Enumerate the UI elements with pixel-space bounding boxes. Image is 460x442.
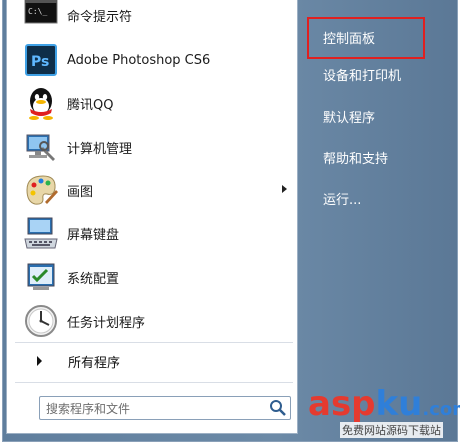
- photoshop-icon: Ps: [23, 42, 59, 78]
- default-programs-link[interactable]: 默认程序: [311, 101, 451, 131]
- svg-text:Ps: Ps: [31, 54, 49, 70]
- menu-item-label: 腾讯QQ: [67, 97, 114, 113]
- all-programs-label: 所有程序: [68, 355, 121, 371]
- menu-item-label: 命令提示符: [67, 9, 133, 25]
- menu-item-label: 计算机管理: [67, 141, 133, 157]
- search-icon[interactable]: [268, 398, 288, 418]
- search-input[interactable]: 搜索程序和文件: [46, 400, 268, 417]
- highlight-box: [307, 17, 425, 59]
- menu-item-label: 屏幕键盘: [67, 227, 120, 243]
- right-item-label: 帮助和支持: [323, 151, 389, 167]
- right-item-label: 设备和打印机: [323, 68, 402, 84]
- watermark-subtitle: 免费网站源码下载站: [340, 422, 443, 438]
- menu-item-label: 系统配置: [67, 271, 120, 287]
- help-support-link[interactable]: 帮助和支持: [311, 142, 451, 172]
- menu-item-task-scheduler[interactable]: 任务计划程序: [13, 302, 293, 340]
- qq-icon: [23, 85, 59, 121]
- divider: [15, 342, 293, 343]
- right-item-label: 运行...: [323, 192, 362, 208]
- submenu-arrow-icon[interactable]: [282, 185, 287, 193]
- right-item-label: 默认程序: [323, 110, 376, 126]
- menu-item-paint[interactable]: 画图: [13, 171, 293, 209]
- paint-icon: [23, 172, 59, 208]
- start-menu: C:\_ 命令提示符 Ps Adobe Photoshop CS6 腾讯QQ 计…: [2, 0, 458, 442]
- menu-item-label: 画图: [67, 184, 94, 200]
- programs-pane: C:\_ 命令提示符 Ps Adobe Photoshop CS6 腾讯QQ 计…: [6, 0, 298, 434]
- devices-printers-link[interactable]: 设备和打印机: [311, 59, 451, 89]
- computer-management-icon: [23, 129, 59, 165]
- menu-item-photoshop[interactable]: Ps Adobe Photoshop CS6: [13, 41, 293, 79]
- keyboard-icon: [23, 215, 59, 251]
- menu-item-on-screen-keyboard[interactable]: 屏幕键盘: [13, 214, 293, 252]
- run-link[interactable]: 运行...: [311, 183, 451, 213]
- watermark-text: aspku.com: [308, 384, 460, 424]
- cmd-icon: C:\_: [23, 0, 59, 33]
- menu-item-label: 任务计划程序: [67, 315, 146, 331]
- arrow-right-icon: [37, 356, 42, 366]
- svg-text:C:\_: C:\_: [28, 7, 47, 16]
- menu-item-cmd[interactable]: C:\_ 命令提示符: [13, 0, 293, 34]
- all-programs-button[interactable]: 所有程序: [13, 348, 293, 374]
- watermark-logo: aspku.com 免费网站源码下载站: [300, 384, 460, 442]
- divider: [15, 382, 293, 383]
- menu-item-label: Adobe Photoshop CS6: [67, 52, 211, 68]
- menu-item-computer-management[interactable]: 计算机管理: [13, 128, 293, 166]
- search-box[interactable]: 搜索程序和文件: [39, 396, 291, 420]
- task-scheduler-icon: [23, 303, 59, 339]
- menu-item-qq[interactable]: 腾讯QQ: [13, 84, 293, 122]
- menu-item-system-config[interactable]: 系统配置: [13, 258, 293, 296]
- system-config-icon: [23, 259, 59, 295]
